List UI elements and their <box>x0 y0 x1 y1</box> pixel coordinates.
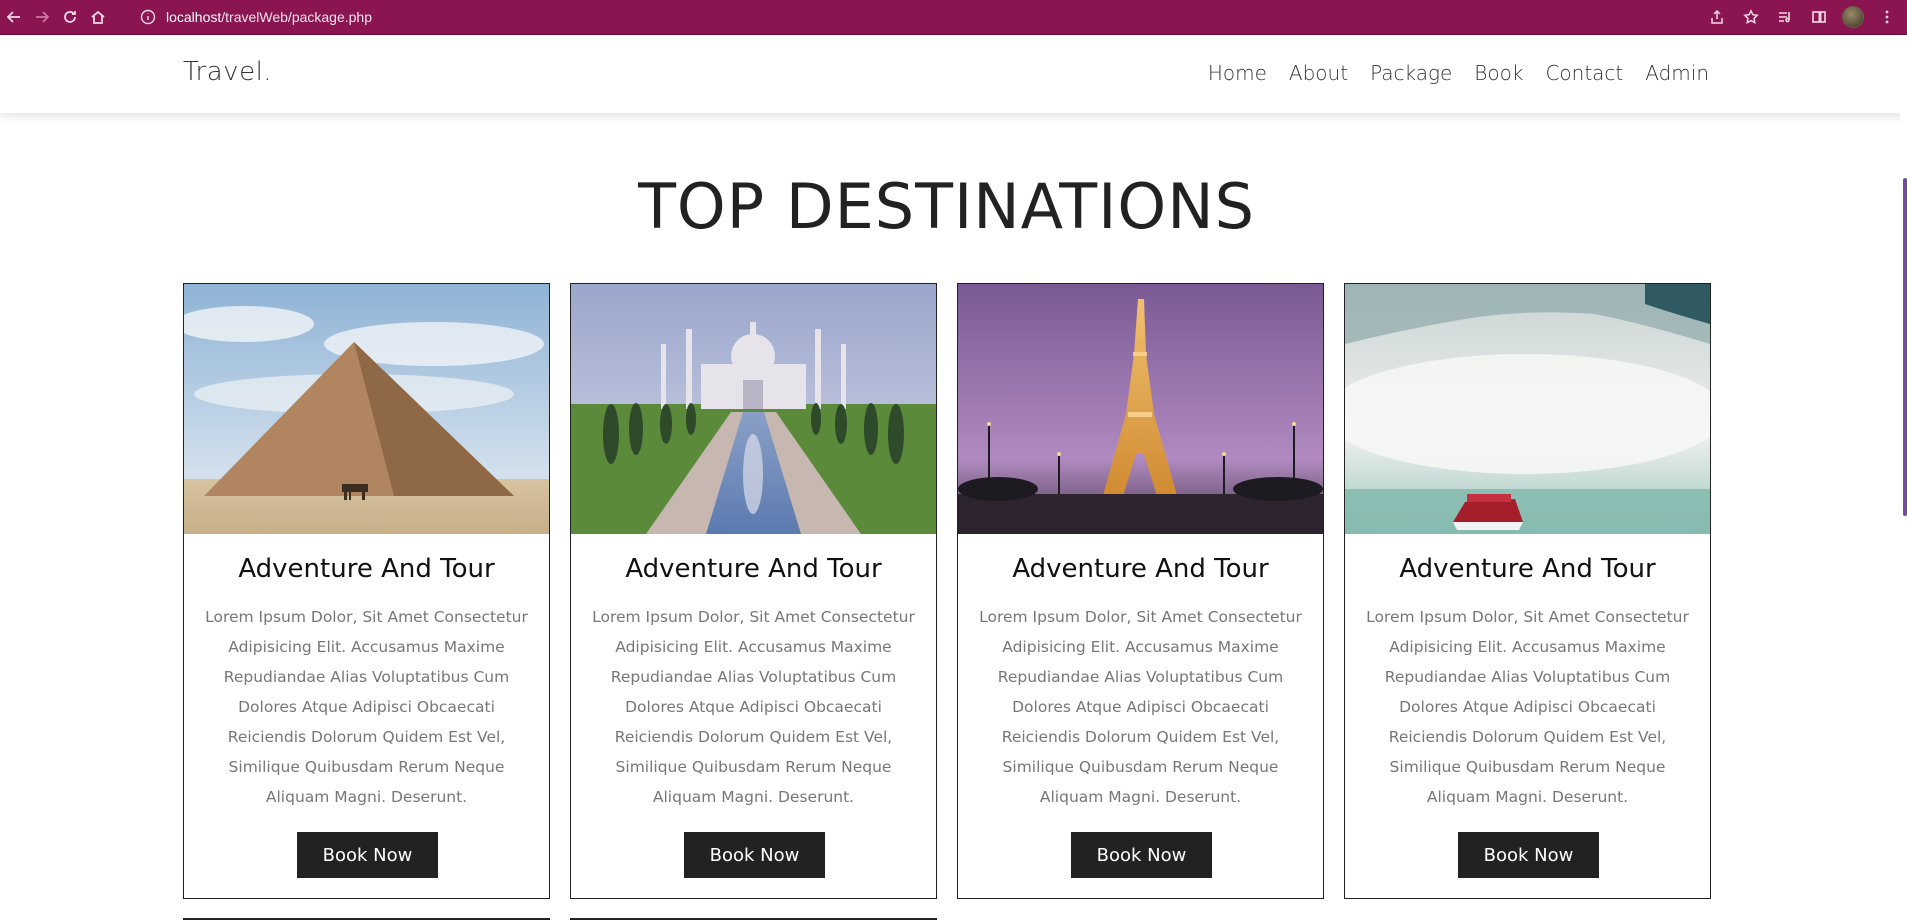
site-header: Travel. Home About Package Book Contact … <box>0 35 1905 113</box>
menu-kebab-icon[interactable] <box>1873 3 1901 31</box>
forward-icon[interactable] <box>28 3 56 31</box>
destination-card: Adventure And Tour Lorem Ipsum Dolor, Si… <box>957 283 1324 899</box>
back-icon[interactable] <box>0 3 28 31</box>
book-now-button[interactable]: Book Now <box>297 832 438 878</box>
main-nav: Home About Package Book Contact Admin <box>1208 61 1709 85</box>
card-title: Adventure And Tour <box>238 554 495 584</box>
card-description: Lorem Ipsum Dolor, Sit Amet Consectetur … <box>1366 608 1689 806</box>
profile-avatar[interactable] <box>1839 3 1867 31</box>
card-title: Adventure And Tour <box>1399 554 1656 584</box>
nav-package[interactable]: Package <box>1370 61 1452 85</box>
destination-card: Adventure And Tour Lorem Ipsum Dolor, Si… <box>570 283 937 899</box>
scrollbar-thumb[interactable] <box>1903 178 1907 516</box>
nav-contact[interactable]: Contact <box>1545 61 1623 85</box>
nav-about[interactable]: About <box>1289 61 1348 85</box>
side-panel-icon[interactable] <box>1805 3 1833 31</box>
nav-admin[interactable]: Admin <box>1645 61 1709 85</box>
address-bar[interactable]: localhost/travelWeb/package.php <box>132 5 1678 29</box>
section-title: TOP DESTINATIONS <box>638 170 1255 243</box>
waterfall-boat-photo <box>1345 284 1710 534</box>
browser-toolbar: localhost/travelWeb/package.php <box>0 0 1907 34</box>
home-icon[interactable] <box>84 3 112 31</box>
site-info-icon[interactable] <box>140 9 156 25</box>
taj-mahal-photo <box>571 284 936 534</box>
pyramid-photo <box>184 284 549 534</box>
destination-card: Adventure And Tour Lorem Ipsum Dolor, Si… <box>1344 283 1711 899</box>
address-text[interactable]: localhost/travelWeb/package.php <box>166 9 372 25</box>
destination-cards: Adventure And Tour Lorem Ipsum Dolor, Si… <box>183 283 1711 899</box>
book-now-button[interactable]: Book Now <box>1458 832 1599 878</box>
card-title: Adventure And Tour <box>625 554 882 584</box>
nav-book[interactable]: Book <box>1474 61 1523 85</box>
share-icon[interactable] <box>1703 3 1731 31</box>
card-title: Adventure And Tour <box>1012 554 1269 584</box>
brand-logo[interactable]: Travel. <box>183 57 272 87</box>
eiffel-tower-photo <box>958 284 1323 534</box>
book-now-button[interactable]: Book Now <box>1071 832 1212 878</box>
card-description: Lorem Ipsum Dolor, Sit Amet Consectetur … <box>979 608 1302 806</box>
nav-home[interactable]: Home <box>1208 61 1267 85</box>
reading-list-icon[interactable] <box>1771 3 1799 31</box>
card-description: Lorem Ipsum Dolor, Sit Amet Consectetur … <box>205 608 528 806</box>
destination-card: Adventure And Tour Lorem Ipsum Dolor, Si… <box>183 283 550 899</box>
reload-icon[interactable] <box>56 3 84 31</box>
book-now-button[interactable]: Book Now <box>684 832 825 878</box>
card-description: Lorem Ipsum Dolor, Sit Amet Consectetur … <box>592 608 915 806</box>
bookmark-star-icon[interactable] <box>1737 3 1765 31</box>
